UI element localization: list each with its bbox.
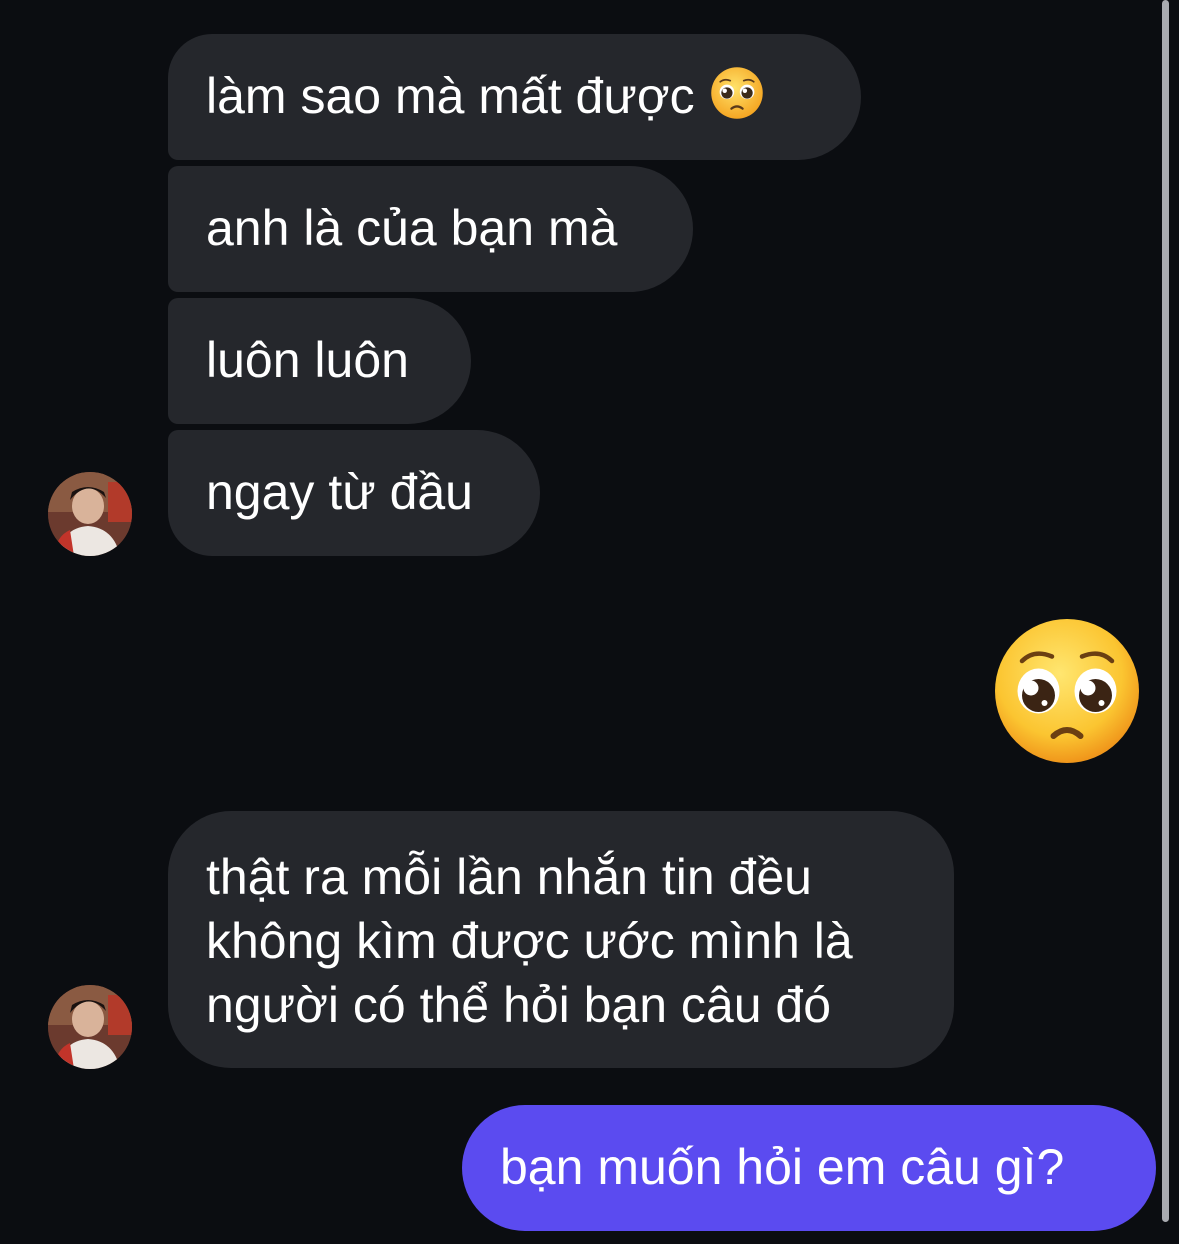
message-text-line: thật ra mỗi lần nhắn tin đều bbox=[206, 849, 812, 905]
message-bubble-incoming[interactable]: làm sao mà mất được bbox=[168, 34, 861, 160]
avatar-photo bbox=[48, 985, 132, 1069]
message-text: làm sao mà mất được bbox=[206, 68, 695, 124]
chat-thread: làm sao mà mất được anh là của bạn mà lu… bbox=[0, 0, 1179, 1244]
message-text: luôn luôn bbox=[206, 332, 409, 388]
contact-avatar[interactable] bbox=[48, 985, 132, 1069]
message-text-line: không kìm được ước mình là bbox=[206, 913, 853, 969]
message-bubble-incoming[interactable]: thật ra mỗi lần nhắn tin đều không kìm đ… bbox=[168, 811, 954, 1068]
scrollbar[interactable] bbox=[1162, 0, 1169, 1222]
message-text-line: người có thể hỏi bạn câu đó bbox=[206, 977, 832, 1033]
message-text: anh là của bạn mà bbox=[206, 200, 618, 256]
message-text: ngay từ đầu bbox=[206, 464, 473, 520]
message-bubble-incoming[interactable]: anh là của bạn mà bbox=[168, 166, 693, 292]
message-bubble-incoming[interactable]: ngay từ đầu bbox=[168, 430, 540, 556]
pleading-face-icon bbox=[710, 67, 763, 119]
message-text: bạn muốn hỏi em câu gì? bbox=[500, 1139, 1065, 1195]
message-bubble-incoming[interactable]: luôn luôn bbox=[168, 298, 471, 424]
avatar-photo bbox=[48, 472, 132, 556]
message-bubble-outgoing[interactable]: bạn muốn hỏi em câu gì? bbox=[462, 1105, 1156, 1231]
pleading-face-icon[interactable] bbox=[992, 616, 1142, 766]
contact-avatar[interactable] bbox=[48, 472, 132, 556]
